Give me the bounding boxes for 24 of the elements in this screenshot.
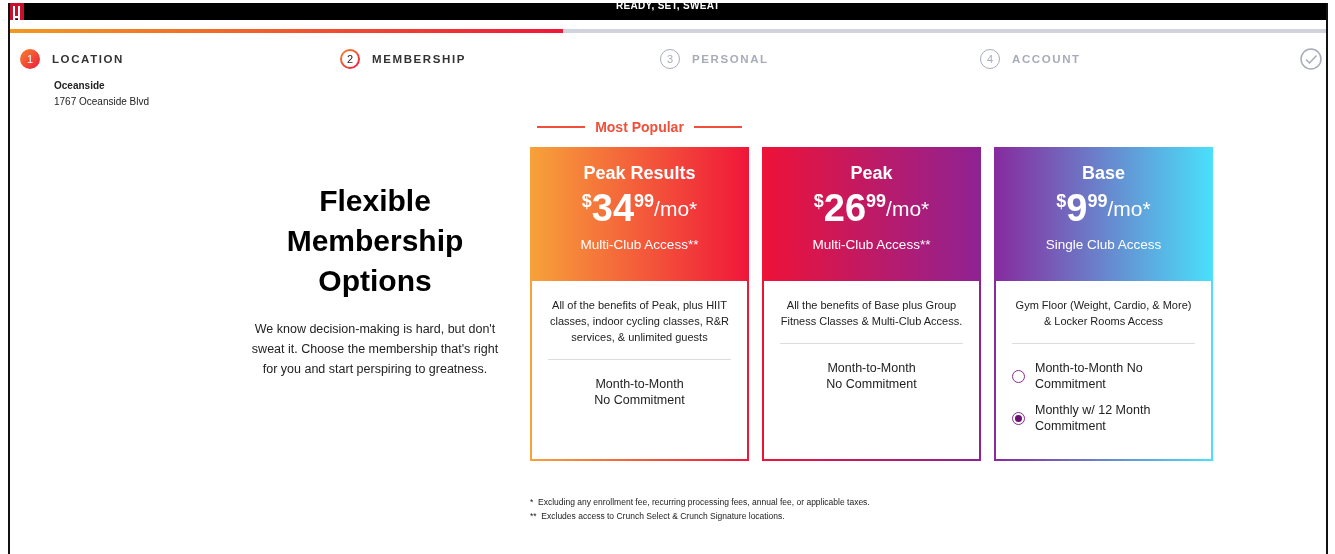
popular-label: Most Popular [595, 119, 684, 135]
step-number[interactable]: 2 [340, 49, 360, 69]
location-address: 1767 Oceanside Blvd [54, 95, 151, 109]
step-number[interactable]: 1 [20, 49, 40, 69]
location-name: Oceanside [54, 79, 106, 93]
footnote: ** Excludes access to Crunch Select & Crunch Signature locations. [530, 510, 786, 523]
access-label: Multi-Club Access** [812, 237, 931, 252]
step-label[interactable]: LOCATION [52, 53, 124, 65]
plan-terms: Month-to-Month No Commitment [594, 376, 685, 408]
plan-name: Peak Results [583, 163, 696, 184]
step-label[interactable]: MEMBERSHIP [372, 53, 466, 65]
intro-text: We know decision-making is hard, but don't sweat it. Choose the membership that's right for you and start perspiring to greatness. [250, 321, 500, 378]
plan-terms: Month-to-Month No Commitment [826, 360, 917, 392]
plan-description: All the benefits of Base plus Group Fitness Classes & Multi-Club Access. [780, 298, 963, 329]
option-label[interactable]: Month-to-Month No Commitment [1035, 360, 1185, 392]
plan-name: Peak [850, 163, 893, 184]
footnote: * Excluding any enrollment fee, recurring processing fees, annual fee, or applicable taxes. [530, 496, 871, 509]
page-title: Flexible Membership Options [285, 183, 465, 299]
plan-description: All of the benefits of Peak, plus HIIT classes, indoor cycling classes, R&R services, & unlimited guests [548, 298, 731, 345]
plan-name: Base [1082, 163, 1125, 184]
access-label: Single Club Access [1045, 237, 1162, 252]
plan-description: Gym Floor (Weight, Cardio, & More) & Locker Rooms Access [1014, 298, 1193, 329]
option-label[interactable]: Monthly w/ 12 Month Commitment [1035, 402, 1185, 434]
access-label: Multi-Club Access** [580, 237, 699, 252]
